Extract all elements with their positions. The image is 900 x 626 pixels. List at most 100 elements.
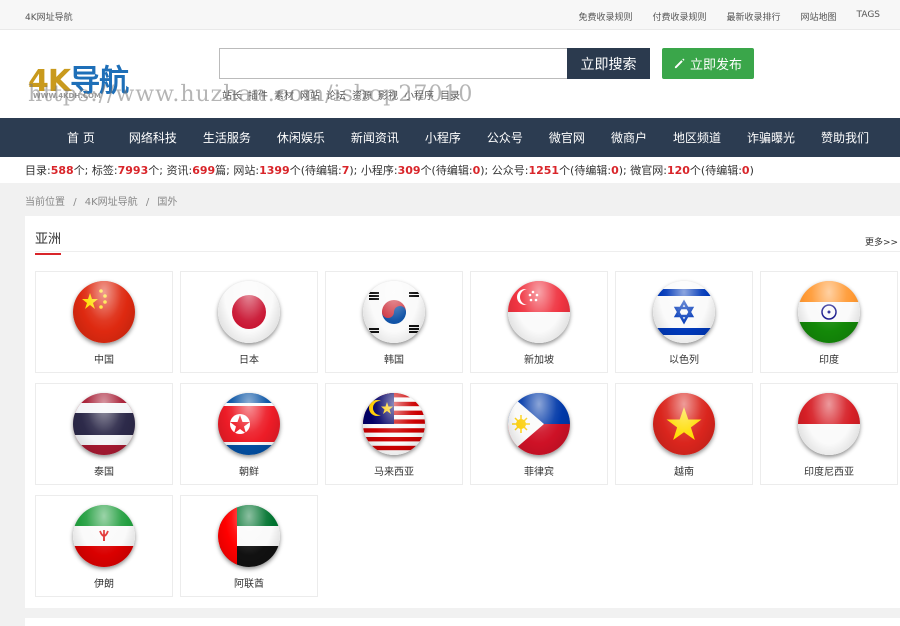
publish-button[interactable]: 立即发布	[662, 48, 754, 79]
hotword[interactable]: 插件	[248, 87, 268, 102]
stat-label: 小程序:	[360, 164, 398, 177]
stat-unit: );	[349, 164, 358, 177]
stat-unit: 个(待编辑:	[689, 164, 742, 177]
stat-label: 公众号:	[491, 164, 529, 177]
israel-flag-icon	[653, 281, 715, 343]
hotword[interactable]: 目录	[440, 87, 460, 102]
breadcrumb-separator: /	[145, 197, 150, 208]
china-flag-icon	[73, 281, 135, 343]
country-card-malaysia[interactable]: 马来西亚	[325, 383, 463, 485]
country-card-singapore[interactable]: 新加坡	[470, 271, 608, 373]
top-link-free-rules[interactable]: 免费收录规则	[578, 10, 632, 23]
stats-bar: 目录:588个; 标签:7993个; 资讯:699篇; 网站:1399个(待编辑…	[0, 157, 900, 183]
country-name: 菲律宾	[524, 467, 554, 478]
breadcrumb-home[interactable]: 4K网址导航	[85, 197, 138, 208]
country-grid: 中国 日本 韩国 新加坡 以色列 印度 泰国 朝鲜 马来西亚 菲律宾 越南 印度…	[35, 271, 898, 597]
country-card-israel[interactable]: 以色列	[615, 271, 753, 373]
top-link-sitemap[interactable]: 网站地图	[801, 10, 837, 23]
country-name: 以色列	[669, 355, 699, 366]
more-link[interactable]: 更多>>	[865, 235, 898, 248]
country-card-iran[interactable]: 伊朗	[35, 495, 173, 597]
top-bar: 4K网址导航 免费收录规则 付费收录规则 最新收录排行 网站地图 TAGS	[0, 0, 900, 30]
breadcrumb: 当前位置 / 4K网址导航 / 国外	[25, 193, 182, 208]
korea-flag-icon	[363, 281, 425, 343]
hotword[interactable]: 网站	[300, 87, 320, 102]
stat-unit: 个(待编辑:	[289, 164, 342, 177]
india-flag-icon	[798, 281, 860, 343]
nav-entertainment[interactable]: 休闲娱乐	[264, 129, 338, 146]
nav-micro-merchant[interactable]: 微商户	[598, 129, 660, 146]
stat-unit: 篇;	[215, 164, 230, 177]
stat-site-count: 1399	[259, 164, 290, 177]
stat-mp-count: 1251	[528, 164, 560, 177]
stat-label: 目录:	[25, 164, 51, 177]
search-input[interactable]	[220, 49, 569, 78]
nav-mini-program[interactable]: 小程序	[412, 129, 474, 146]
country-name: 日本	[239, 355, 259, 366]
breadcrumb-page[interactable]: 国外	[157, 197, 177, 208]
next-panel-edge	[25, 618, 900, 626]
country-name: 泰国	[94, 467, 114, 478]
hotword[interactable]: 论坛	[326, 87, 346, 102]
country-card-north-korea[interactable]: 朝鲜	[180, 383, 318, 485]
stat-wg-pending: 0	[741, 164, 750, 177]
top-link-paid-rules[interactable]: 付费收录规则	[652, 10, 706, 23]
country-name: 印度	[819, 355, 839, 366]
singapore-flag-icon	[508, 281, 570, 343]
stat-label: 网站:	[233, 164, 260, 177]
hotword[interactable]: 资源	[352, 87, 372, 102]
north-korea-flag-icon	[218, 393, 280, 455]
breadcrumb-current: 当前位置	[25, 197, 65, 208]
country-card-thailand[interactable]: 泰国	[35, 383, 173, 485]
nav-news[interactable]: 新闻资讯	[338, 129, 412, 146]
stat-news-count: 699	[192, 164, 216, 177]
country-card-china[interactable]: 中国	[35, 271, 173, 373]
hotword[interactable]: 小程序	[404, 87, 434, 102]
hotword[interactable]: 影视	[378, 87, 398, 102]
header: 4K导航 WWW.4KDH.COM 立即搜索 立即发布 站长 插件 素材 网站 …	[0, 30, 900, 118]
nav-fraud[interactable]: 诈骗曝光	[734, 129, 808, 146]
country-name: 印度尼西亚	[804, 467, 854, 478]
stat-wg-count: 120	[666, 164, 690, 177]
nav-region[interactable]: 地区频道	[660, 129, 734, 146]
hotword[interactable]: 站长	[222, 87, 242, 102]
stat-label: 资讯:	[166, 164, 193, 177]
stat-unit: 个(待编辑:	[559, 164, 612, 177]
hot-words: 站长 插件 素材 网站 论坛 资源 影视 小程序 目录	[222, 87, 460, 102]
search-button[interactable]: 立即搜索	[567, 48, 650, 79]
stat-unit: 个;	[73, 164, 89, 177]
top-link-latest-ranking[interactable]: 最新收录排行	[726, 10, 780, 23]
nav-micro-site[interactable]: 微官网	[536, 129, 598, 146]
country-card-vietnam[interactable]: 越南	[615, 383, 753, 485]
philippines-flag-icon	[508, 393, 570, 455]
stat-mini-count: 309	[397, 164, 421, 177]
stat-unit: 个(待编辑:	[420, 164, 473, 177]
country-card-indonesia[interactable]: 印度尼西亚	[760, 383, 898, 485]
logo-subtext: WWW.4KDH.COM	[33, 92, 101, 100]
top-site-name[interactable]: 4K网址导航	[25, 10, 73, 23]
nav-home[interactable]: 首 页	[46, 129, 116, 146]
country-card-philippines[interactable]: 菲律宾	[470, 383, 608, 485]
nav-tech[interactable]: 网络科技	[116, 129, 190, 146]
top-link-tags[interactable]: TAGS	[857, 10, 880, 23]
country-card-india[interactable]: 印度	[760, 271, 898, 373]
nav-official-account[interactable]: 公众号	[474, 129, 536, 146]
stat-mp-pending: 0	[611, 164, 619, 177]
hotword[interactable]: 素材	[274, 87, 294, 102]
site-logo[interactable]: 4K导航 WWW.4KDH.COM	[28, 56, 168, 106]
publish-label: 立即发布	[689, 57, 742, 72]
stat-dir-count: 588	[50, 164, 74, 177]
nav-sponsor[interactable]: 赞助我们	[808, 129, 882, 146]
country-card-korea[interactable]: 韩国	[325, 271, 463, 373]
uae-flag-icon	[218, 505, 280, 567]
country-name: 新加坡	[524, 355, 554, 366]
malaysia-flag-icon	[363, 393, 425, 455]
country-name: 马来西亚	[374, 467, 414, 478]
country-card-japan[interactable]: 日本	[180, 271, 318, 373]
iran-flag-icon	[73, 505, 135, 567]
country-card-uae[interactable]: 阿联酋	[180, 495, 318, 597]
country-name: 中国	[94, 355, 114, 366]
nav-life[interactable]: 生活服务	[190, 129, 264, 146]
pencil-icon	[674, 58, 685, 69]
country-name: 韩国	[384, 355, 404, 366]
